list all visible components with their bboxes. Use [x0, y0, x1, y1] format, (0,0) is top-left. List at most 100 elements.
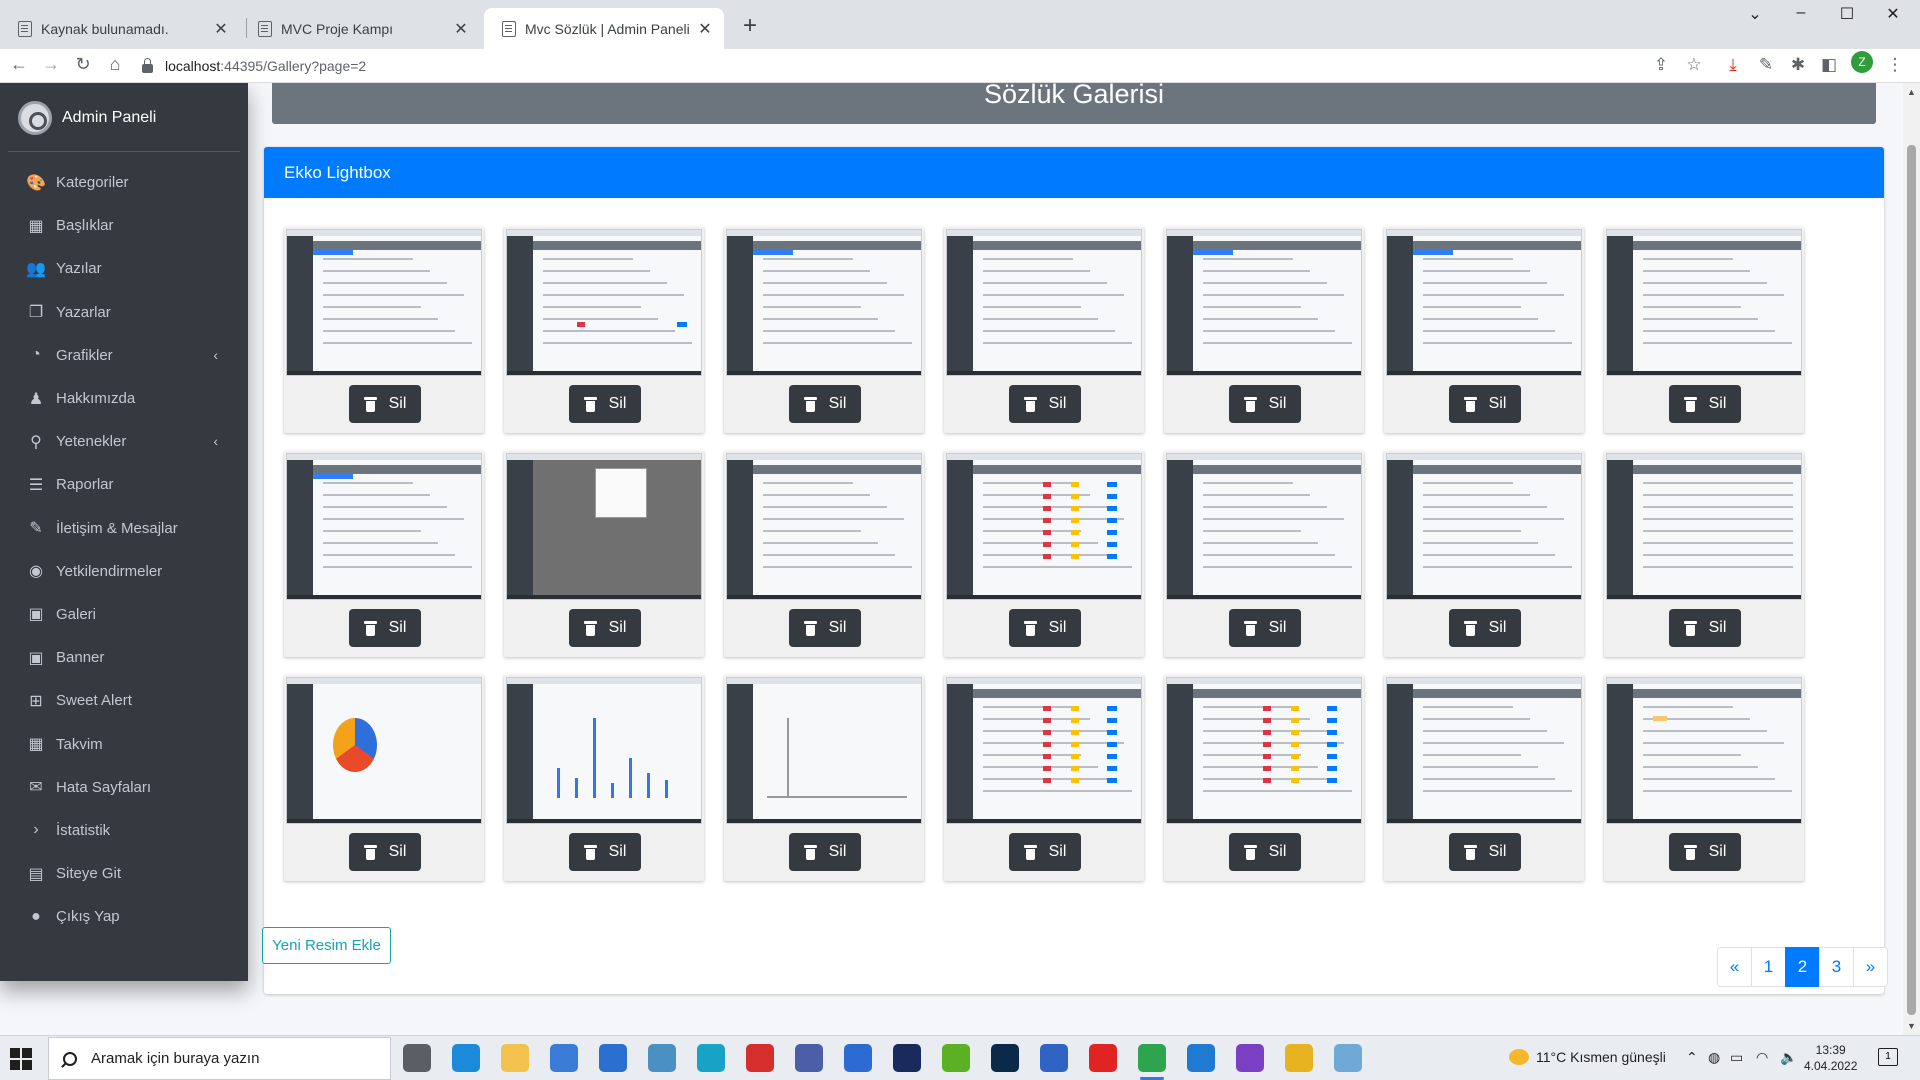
delete-button[interactable]: Sil	[1669, 385, 1741, 423]
gallery-image[interactable]	[1606, 677, 1802, 824]
sidebar-item-14[interactable]: ✉ Hata Sayfaları	[8, 766, 240, 809]
notification-icon[interactable]: 1	[1878, 1048, 1898, 1066]
gallery-image[interactable]	[1606, 453, 1802, 600]
browser-tab-1[interactable]: MVC Proje Kampı ✕	[240, 8, 480, 49]
scroll-down-icon[interactable]: ▼	[1903, 1021, 1920, 1031]
chevron-left-icon[interactable]: ‹	[213, 433, 218, 449]
sidebar-item-0[interactable]: 🎨 Kategoriler	[8, 161, 240, 204]
browser-tab-2[interactable]: Mvc Sözlük | Admin Paneli ✕	[484, 8, 724, 49]
file-explorer-icon[interactable]	[501, 1044, 529, 1072]
pagination-page-2[interactable]: 2	[1785, 947, 1820, 987]
windows-start-icon[interactable]	[10, 1048, 32, 1070]
gallery-image[interactable]	[1166, 229, 1362, 376]
delete-button[interactable]: Sil	[789, 833, 861, 871]
brand-link[interactable]: Admin Paneli	[18, 101, 156, 135]
forward-icon[interactable]: →	[40, 54, 62, 75]
sidebar-item-7[interactable]: ☰ Raporlar	[8, 463, 240, 506]
sidebar-item-4[interactable]: ◔ Grafikler ‹	[8, 334, 240, 377]
tray-app-icon[interactable]: ◍	[1708, 1049, 1720, 1066]
delete-button[interactable]: Sil	[569, 385, 641, 423]
app-icon[interactable]	[1040, 1044, 1068, 1072]
app-icon[interactable]	[1334, 1044, 1362, 1072]
delete-button[interactable]: Sil	[1229, 609, 1301, 647]
delete-button[interactable]: Sil	[1229, 833, 1301, 871]
delete-button[interactable]: Sil	[1669, 833, 1741, 871]
gallery-image[interactable]	[1386, 229, 1582, 376]
gallery-image[interactable]	[946, 453, 1142, 600]
star-icon[interactable]: ☆	[1683, 55, 1705, 75]
sidebar-item-15[interactable]: › İstatistik	[8, 809, 240, 852]
delete-button[interactable]: Sil	[569, 833, 641, 871]
edge-icon[interactable]	[452, 1044, 480, 1072]
chrome-icon[interactable]	[1138, 1044, 1166, 1080]
delete-button[interactable]: Sil	[1669, 609, 1741, 647]
app-icon[interactable]	[746, 1044, 774, 1072]
sidebar-item-12[interactable]: ⊞ Sweet Alert	[8, 679, 240, 722]
gallery-image[interactable]	[726, 229, 922, 376]
gallery-image[interactable]	[506, 229, 702, 376]
app-icon[interactable]	[893, 1044, 921, 1072]
new-tab-button[interactable]: +	[736, 12, 764, 40]
app-icon[interactable]	[697, 1044, 725, 1072]
share-icon[interactable]: ⇪	[1650, 55, 1672, 75]
taskbar-search[interactable]: Aramak için buraya yazın	[48, 1037, 391, 1080]
app-icon[interactable]	[844, 1044, 872, 1072]
gallery-image[interactable]	[1386, 677, 1582, 824]
photoshop-icon[interactable]	[991, 1044, 1019, 1072]
sidebar-item-9[interactable]: ◉ Yetkilendirmeler	[8, 550, 240, 593]
close-icon[interactable]: ✕	[452, 19, 470, 39]
system-clock[interactable]: 13:39 4.04.2022	[1804, 1042, 1857, 1074]
download-icon[interactable]: ⤓	[1722, 55, 1744, 75]
gallery-image[interactable]	[286, 677, 482, 824]
gallery-image[interactable]	[506, 453, 702, 600]
vscode-icon[interactable]	[1187, 1044, 1215, 1072]
app-icon[interactable]	[942, 1044, 970, 1072]
sidebar-item-10[interactable]: ▣ Galeri	[8, 593, 240, 636]
gallery-image[interactable]	[286, 229, 482, 376]
gallery-image[interactable]	[286, 453, 482, 600]
gallery-image[interactable]	[946, 229, 1142, 376]
app-icon[interactable]	[648, 1044, 676, 1072]
sidebar-item-16[interactable]: ▤ Siteye Git	[8, 852, 240, 895]
pagination-page-3[interactable]: 3	[1819, 947, 1854, 987]
gallery-image[interactable]	[1166, 677, 1362, 824]
home-icon[interactable]: ⌂	[104, 54, 126, 75]
delete-button[interactable]: Sil	[349, 609, 421, 647]
browser-tab-0[interactable]: Kaynak bulunamadı. ✕	[0, 8, 240, 49]
store-icon[interactable]	[550, 1044, 578, 1072]
eyedropper-icon[interactable]: ✎	[1755, 55, 1777, 75]
weather-text[interactable]: 11°C Kısmen güneşli	[1536, 1049, 1666, 1065]
close-icon[interactable]: ✕	[696, 19, 714, 39]
close-window-button[interactable]: ✕	[1870, 4, 1916, 24]
gallery-image[interactable]	[726, 677, 922, 824]
weather-icon[interactable]	[1509, 1049, 1529, 1065]
scroll-thumb[interactable]	[1907, 145, 1916, 1015]
sidepanel-icon[interactable]: ◧	[1818, 55, 1840, 75]
pagination-page-1[interactable]: 1	[1751, 947, 1786, 987]
lock-icon[interactable]	[142, 57, 153, 73]
sidebar-item-8[interactable]: ✎ İletişim & Mesajlar	[8, 507, 240, 550]
delete-button[interactable]: Sil	[1449, 609, 1521, 647]
scroll-up-icon[interactable]: ▲	[1903, 87, 1920, 97]
sidebar-item-6[interactable]: ⚲ Yetenekler ‹	[8, 420, 240, 463]
tab-search-button[interactable]: ⌄	[1732, 4, 1778, 24]
delete-button[interactable]: Sil	[789, 609, 861, 647]
delete-button[interactable]: Sil	[1449, 385, 1521, 423]
close-icon[interactable]: ✕	[212, 19, 230, 39]
sidebar-item-13[interactable]: ▦ Takvim	[8, 722, 240, 765]
tray-chevron-icon[interactable]: ⌃	[1686, 1049, 1698, 1066]
gallery-image[interactable]	[506, 677, 702, 824]
more-icon[interactable]: ⋮	[1884, 55, 1906, 75]
delete-button[interactable]: Sil	[1009, 833, 1081, 871]
task-view-icon[interactable]	[403, 1044, 431, 1072]
app-icon[interactable]	[1285, 1044, 1313, 1072]
pagination-prev[interactable]: «	[1717, 947, 1752, 987]
sidebar-item-5[interactable]: ♟ Hakkımızda	[8, 377, 240, 420]
sidebar-item-11[interactable]: ▣ Banner	[8, 636, 240, 679]
app-icon[interactable]	[795, 1044, 823, 1072]
chevron-left-icon[interactable]: ‹	[213, 347, 218, 363]
opera-icon[interactable]	[1089, 1044, 1117, 1072]
delete-button[interactable]: Sil	[1009, 609, 1081, 647]
sidebar-item-1[interactable]: ▦ Başlıklar	[8, 204, 240, 247]
gallery-image[interactable]	[1166, 453, 1362, 600]
